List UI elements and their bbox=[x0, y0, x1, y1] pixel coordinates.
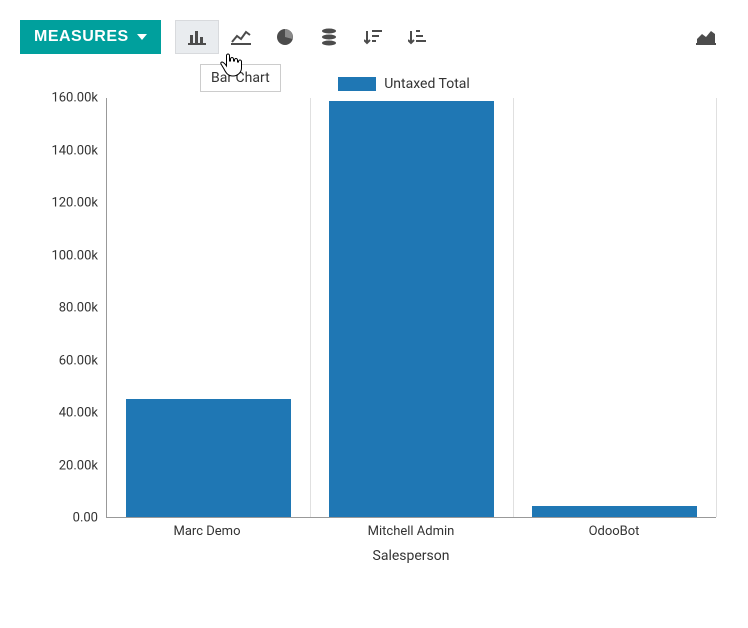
y-tick: 40.00k bbox=[20, 406, 98, 421]
y-tick: 80.00k bbox=[20, 301, 98, 316]
bar-chart-icon bbox=[188, 29, 206, 45]
database-icon bbox=[321, 28, 337, 46]
chart-area: 0.00 20.00k 40.00k 60.00k 80.00k 100.00k… bbox=[20, 98, 720, 558]
toolbar: MEASURES bbox=[20, 20, 728, 54]
y-tick: 0.00 bbox=[20, 511, 98, 526]
bar-chart-button[interactable] bbox=[175, 20, 219, 54]
plot-area bbox=[106, 98, 716, 518]
area-chart-icon bbox=[696, 29, 716, 45]
bar-marc-demo[interactable] bbox=[126, 399, 291, 517]
y-tick: 100.00k bbox=[20, 248, 98, 263]
x-label: Mitchell Admin bbox=[368, 524, 455, 539]
y-tick: 120.00k bbox=[20, 196, 98, 211]
area-chart-button[interactable] bbox=[684, 20, 728, 54]
x-label: OdooBot bbox=[589, 524, 640, 539]
tooltip: Bar Chart bbox=[200, 64, 281, 92]
legend-label: Untaxed Total bbox=[384, 76, 470, 92]
line-chart-button[interactable] bbox=[219, 20, 263, 54]
pie-chart-icon bbox=[276, 28, 294, 46]
stacked-button[interactable] bbox=[307, 20, 351, 54]
x-axis-title: Salesperson bbox=[106, 548, 716, 564]
y-tick: 60.00k bbox=[20, 353, 98, 368]
chart-legend: Untaxed Total bbox=[80, 76, 728, 92]
legend-swatch bbox=[338, 77, 376, 91]
grid-line bbox=[513, 98, 514, 517]
bar-odoobot[interactable] bbox=[532, 506, 697, 517]
caret-down-icon bbox=[137, 34, 147, 40]
x-label: Marc Demo bbox=[174, 524, 241, 539]
sort-asc-button[interactable] bbox=[395, 20, 439, 54]
sort-asc-icon bbox=[408, 29, 426, 45]
pie-chart-button[interactable] bbox=[263, 20, 307, 54]
measures-button[interactable]: MEASURES bbox=[20, 20, 161, 54]
tooltip-text: Bar Chart bbox=[211, 70, 270, 86]
line-chart-icon bbox=[231, 29, 251, 45]
grid-line bbox=[310, 98, 311, 517]
sort-desc-button[interactable] bbox=[351, 20, 395, 54]
y-axis: 0.00 20.00k 40.00k 60.00k 80.00k 100.00k… bbox=[20, 98, 106, 518]
bar-mitchell-admin[interactable] bbox=[329, 101, 494, 517]
grid-line bbox=[716, 98, 717, 517]
x-axis: Marc Demo Mitchell Admin OdooBot bbox=[106, 524, 716, 544]
y-tick: 20.00k bbox=[20, 458, 98, 473]
y-tick: 140.00k bbox=[20, 143, 98, 158]
y-tick: 160.00k bbox=[20, 91, 98, 106]
sort-desc-icon bbox=[364, 29, 382, 45]
measures-label: MEASURES bbox=[34, 28, 129, 46]
